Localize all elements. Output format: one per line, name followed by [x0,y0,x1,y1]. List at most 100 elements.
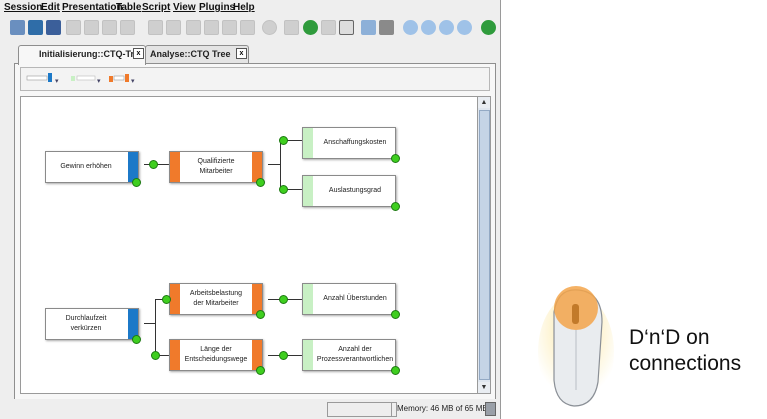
close-icon[interactable]: x [133,48,144,59]
connector-handle[interactable] [132,178,141,187]
node-label-line: Länge der [200,346,232,353]
tab-initialisierung[interactable]: Initialisierung::CTQ-Tree x [18,45,146,65]
add-child-node-icon[interactable]: ▾ [71,75,101,85]
ctq-node-qualifizierte[interactable]: Qualifizierte Mitarbeiter [169,151,263,183]
menu-help[interactable]: Help [233,2,255,13]
connector-handle[interactable] [162,295,171,304]
disabled-tool-icon [222,20,237,35]
tab-strip: Initialisierung::CTQ-Tree x Analyse::CTQ… [0,42,500,65]
node-label: Durchlaufzeit verkürzen [46,314,126,334]
connector-handle[interactable] [391,154,400,163]
menu-plugins[interactable]: Plugins [199,2,235,13]
close-icon[interactable]: x [236,48,247,59]
export-icon[interactable] [46,20,61,35]
ctq-node-ueberstunden[interactable]: Anzahl Überstunden [302,283,396,315]
list-icon[interactable] [339,20,354,35]
node-label-line: der Mitarbeiter [193,300,239,307]
print-preview-icon[interactable] [361,20,376,35]
connector-handle[interactable] [149,160,158,169]
connector-handle[interactable] [132,335,141,344]
connection-line[interactable] [268,164,280,165]
node-label: Anzahl der Prozessverantwortlichen [315,345,395,365]
connector-handle[interactable] [279,351,288,360]
node-label: Gewinn erhöhen [60,163,112,170]
ctq-node-gewinn[interactable]: Gewinn erhöhen [45,151,139,183]
print-icon[interactable] [379,20,394,35]
disabled-tool-icon [148,20,163,35]
tab-label: Initialisierung::CTQ-Tree [39,49,145,59]
application-window: Session Edit Presentation Table Script V… [0,0,501,419]
menu-presentation[interactable]: Presentation [62,2,123,13]
ctq-tree-canvas[interactable]: Gewinn erhöhen Qualifizierte Mitarbeiter… [20,96,478,394]
node-color-bar [303,284,313,314]
connector-handle[interactable] [279,136,288,145]
menu-session[interactable]: Session [4,2,42,13]
editor-toolbar: ▾ ▾ ▾ [20,67,490,91]
disabled-tool-icon [84,20,99,35]
node-label-line: Entscheidungswege [184,356,248,363]
connector-handle[interactable] [256,366,265,375]
connector-handle[interactable] [391,366,400,375]
zoom-icon[interactable] [403,20,418,35]
garbage-collect-icon[interactable] [485,402,496,416]
node-label: Auslastungsgrad [328,187,382,194]
disabled-tool-icon [166,20,181,35]
node-label-line: Durchlaufzeit [65,315,107,322]
add-root-node-icon[interactable]: ▾ [26,73,59,85]
scrollbar-thumb[interactable] [479,110,490,380]
node-color-bar [170,152,180,182]
node-color-bar [170,340,180,370]
disabled-tool-icon [284,20,299,35]
connector-handle[interactable] [279,295,288,304]
connection-line[interactable] [280,140,281,189]
undo-icon[interactable] [303,20,318,35]
ctq-node-arbeitsbelastung[interactable]: Arbeitsbelastung der Mitarbeiter [169,283,263,315]
zoom-out-icon[interactable] [439,20,454,35]
ctq-node-anschaffung[interactable]: Anschaffungskosten [302,127,396,159]
ctq-node-prozessverantwortliche[interactable]: Anzahl der Prozessverantwortlichen [302,339,396,371]
node-label: Arbeitsbelastung der Mitarbeiter [182,289,250,309]
node-label-line: verkürzen [70,325,102,332]
menu-bar: Session Edit Presentation Table Script V… [0,0,500,16]
zoom-fit-icon[interactable] [457,20,472,35]
disabled-tool-icon [186,20,201,35]
refresh-icon[interactable] [481,20,496,35]
ctq-node-auslastung[interactable]: Auslastungsgrad [302,175,396,207]
tab-analyse[interactable]: Analyse::CTQ Tree x [145,45,249,64]
connector-handle[interactable] [151,351,160,360]
status-bar: Memory: 46 MB of 65 MB [0,399,500,419]
connection-line[interactable] [144,323,155,324]
node-label-line: Anzahl der [338,346,372,353]
ctq-node-durchlaufzeit[interactable]: Durchlaufzeit verkürzen [45,308,139,340]
connection-line[interactable] [155,299,156,355]
vertical-scrollbar[interactable]: ▲ ▼ [477,96,491,394]
node-color-bar [303,176,313,206]
disabled-tool-icon [66,20,81,35]
disabled-tool-icon [262,20,277,35]
zoom-in-icon[interactable] [421,20,436,35]
menu-edit[interactable]: Edit [41,2,60,13]
menu-view[interactable]: View [173,2,196,13]
node-color-bar [303,128,313,158]
menu-script[interactable]: Script [142,2,170,13]
memory-usage: Memory: 46 MB of 65 MB [397,404,488,413]
save-icon[interactable] [10,20,25,35]
scroll-down-arrow-icon[interactable]: ▼ [478,382,490,393]
connector-handle[interactable] [256,310,265,319]
add-mid-node-icon[interactable]: ▾ [109,74,135,85]
connector-handle[interactable] [279,185,288,194]
node-label: Anzahl Überstunden [323,295,387,302]
scroll-up-arrow-icon[interactable]: ▲ [478,97,490,108]
node-label-line: Prozessverantwortlichen [316,356,394,363]
import-icon[interactable] [28,20,43,35]
connector-handle[interactable] [391,202,400,211]
tab-label: Analyse::CTQ Tree [150,49,231,59]
svg-text:▾: ▾ [55,77,59,85]
connector-handle[interactable] [391,310,400,319]
node-label: Anschaffungskosten [323,139,387,146]
status-field [327,402,393,417]
ctq-node-laenge[interactable]: Länge der Entscheidungswege [169,339,263,371]
menu-table[interactable]: Table [116,2,141,13]
connector-handle[interactable] [256,178,265,187]
caption-line: D‘n‘D on [629,326,710,349]
